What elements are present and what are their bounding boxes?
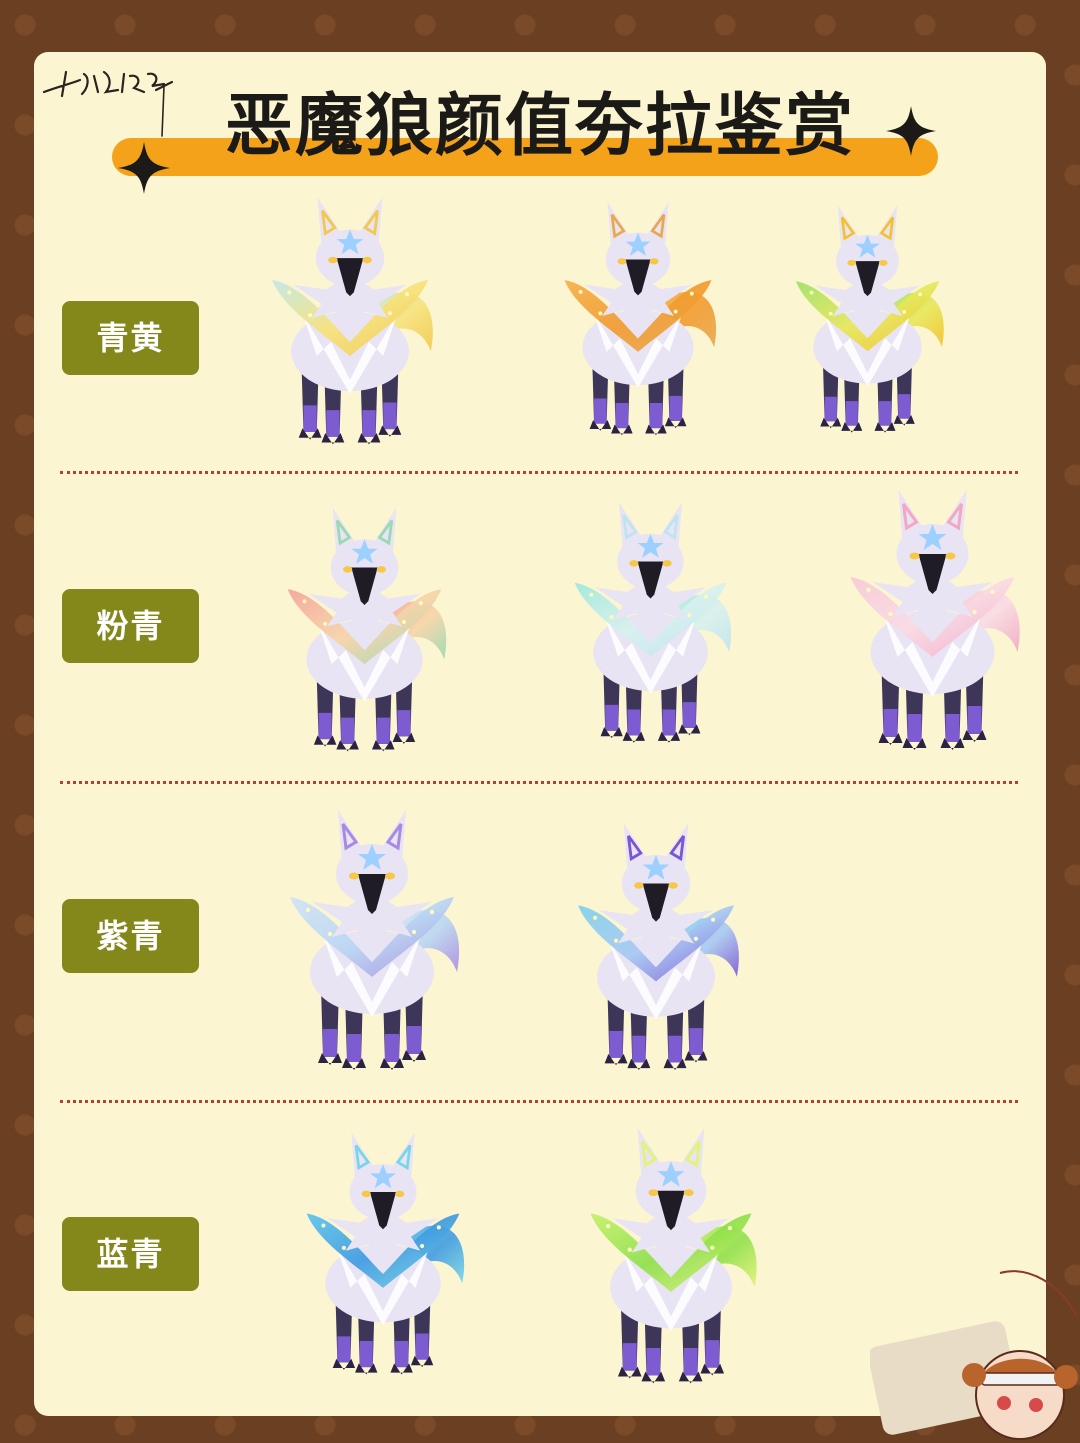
row-label-ziqing: 紫青: [62, 899, 199, 973]
sparkle-icon-right: [886, 106, 936, 156]
wolf-pink-green-icon: [287, 507, 447, 752]
wolf-cyan-purple-icon: [577, 822, 739, 1071]
row-divider: [60, 781, 1018, 784]
wolf-green-yellow-icon: [795, 205, 944, 433]
wolf-blue-icon: [306, 1132, 465, 1375]
sparkle-icon-left: [118, 142, 170, 194]
row-label-qinghuang: 青黄: [62, 301, 199, 375]
wolf-mint-icon: [574, 502, 732, 743]
chibi-girl-mascot-icon: [870, 1270, 1078, 1440]
wolf-yellow-cyan-icon: [272, 197, 433, 445]
wolf-lime-icon: [590, 1127, 757, 1384]
row-divider: [60, 1100, 1018, 1103]
row-label-fenqing: 粉青: [62, 589, 199, 663]
row-label-lanqing: 蓝青: [62, 1217, 199, 1291]
row-divider: [60, 471, 1018, 474]
wolf-pink-icon: [850, 490, 1020, 750]
wolf-lavender-blue-icon: [290, 810, 460, 1070]
wolf-orange-icon: [564, 202, 717, 436]
